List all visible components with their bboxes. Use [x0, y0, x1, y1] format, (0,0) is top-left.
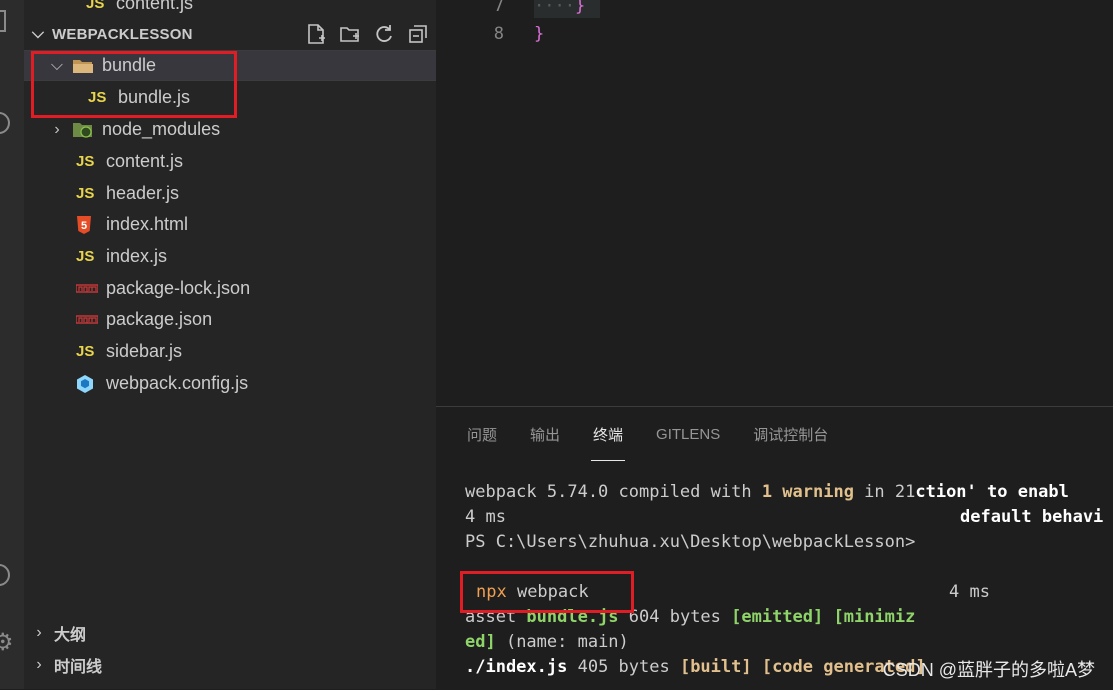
chevron-right-icon: ›	[36, 624, 42, 641]
highlight-box	[460, 571, 634, 613]
file-label: node_modules	[102, 119, 221, 139]
js-file-icon: JS	[86, 0, 105, 12]
explorer-actions	[304, 22, 430, 46]
tree-file-package-lock-json[interactable]: package-lock.json	[24, 273, 488, 304]
file-label: index.js	[106, 246, 168, 266]
panel-tabs: 问题 输出 终端 GITLENS 调试控制台	[436, 407, 830, 461]
chevron-right-icon: ›	[36, 656, 42, 673]
file-label: sidebar.js	[106, 341, 183, 361]
code-line: }	[534, 24, 545, 44]
collapse-all-icon[interactable]	[406, 22, 430, 46]
tab-terminal[interactable]: 终端	[591, 418, 626, 461]
file-label: index.html	[106, 214, 189, 234]
account-icon[interactable]	[0, 564, 10, 586]
tab-gitlens[interactable]: GITLENS	[654, 420, 722, 449]
tree-file-index-js[interactable]: JS index.js	[24, 241, 488, 272]
code-editor[interactable]: 7 ····} 8 }	[436, 0, 1113, 406]
tab-output[interactable]: 输出	[528, 418, 562, 451]
outline-section-header[interactable]: › 大纲	[24, 618, 436, 648]
tree-file-sidebar-js[interactable]: JS sidebar.js	[24, 336, 488, 367]
html5-icon: 5	[76, 215, 104, 234]
file-label: header.js	[106, 183, 180, 203]
js-file-icon: JS	[76, 153, 95, 170]
svg-text:5: 5	[81, 220, 87, 232]
explorer-sidebar: JS content.js ⌵ WEBPACKLESSON ⌵ bundle J…	[24, 0, 436, 689]
js-file-icon: JS	[76, 185, 95, 202]
chevron-right-icon: ›	[54, 120, 60, 138]
new-folder-icon[interactable]	[338, 22, 362, 46]
node-folder-icon	[66, 121, 100, 139]
timeline-section-header[interactable]: › 时间线	[24, 650, 436, 680]
npm-icon	[76, 283, 104, 294]
tree-folder-node-modules[interactable]: › node_modules	[24, 114, 460, 145]
line-number: 7	[493, 0, 504, 16]
new-file-icon[interactable]	[304, 22, 328, 46]
section-title: 大纲	[54, 627, 87, 644]
source-control-icon[interactable]	[0, 112, 10, 134]
terminal-line: ed] (name: main)	[465, 632, 629, 652]
tree-file-package-json[interactable]: package.json	[24, 304, 488, 335]
line-number: 8	[493, 24, 504, 44]
terminal-line: 4 ms default behavi	[465, 507, 1104, 527]
file-content-js-partial[interactable]: JS content.js	[24, 0, 498, 19]
whitespace-dots: ····	[534, 0, 575, 16]
gear-icon[interactable]: ⚙	[0, 628, 14, 657]
watermark: CSDN @蓝胖子的多啦A梦	[882, 660, 1095, 680]
js-file-icon: JS	[76, 248, 95, 265]
tree-file-content-js[interactable]: JS content.js	[24, 146, 488, 177]
tree-file-header-js[interactable]: JS header.js	[24, 178, 488, 209]
refresh-icon[interactable]	[372, 22, 396, 46]
activity-bar: ⚙	[0, 0, 24, 689]
npm-icon	[76, 314, 104, 325]
webpack-cube-icon	[76, 374, 104, 394]
files-icon[interactable]	[0, 10, 6, 32]
file-label: webpack.config.js	[106, 373, 249, 393]
highlight-box	[31, 51, 237, 118]
code-line: ····}	[534, 0, 585, 16]
terminal-line: PS C:\Users\zhuhua.xu\Desktop\webpackLes…	[465, 532, 916, 552]
file-label: content.js	[116, 0, 194, 13]
js-file-icon: JS	[76, 343, 95, 360]
terminal-line: webpack 5.74.0 compiled with 1 warning i…	[465, 482, 1069, 502]
terminal-line: ./index.js 405 bytes [built] [code gener…	[465, 657, 926, 677]
section-title: 时间线	[54, 659, 103, 676]
section-title: WEBPACKLESSON	[52, 25, 193, 43]
chevron-down-icon: ⌵	[31, 25, 45, 42]
file-label: package-lock.json	[106, 278, 251, 298]
brace: }	[574, 0, 586, 16]
tab-debug-console[interactable]: 调试控制台	[751, 418, 830, 451]
tab-problems[interactable]: 问题	[465, 418, 499, 451]
tree-file-webpack-config-js[interactable]: webpack.config.js	[24, 368, 488, 399]
bottom-panel: 问题 输出 终端 GITLENS 调试控制台 webpack 5.74.0 co…	[436, 406, 1113, 690]
file-label: content.js	[106, 151, 184, 171]
tree-file-index-html[interactable]: 5 index.html	[24, 209, 488, 240]
file-label: package.json	[106, 309, 213, 329]
